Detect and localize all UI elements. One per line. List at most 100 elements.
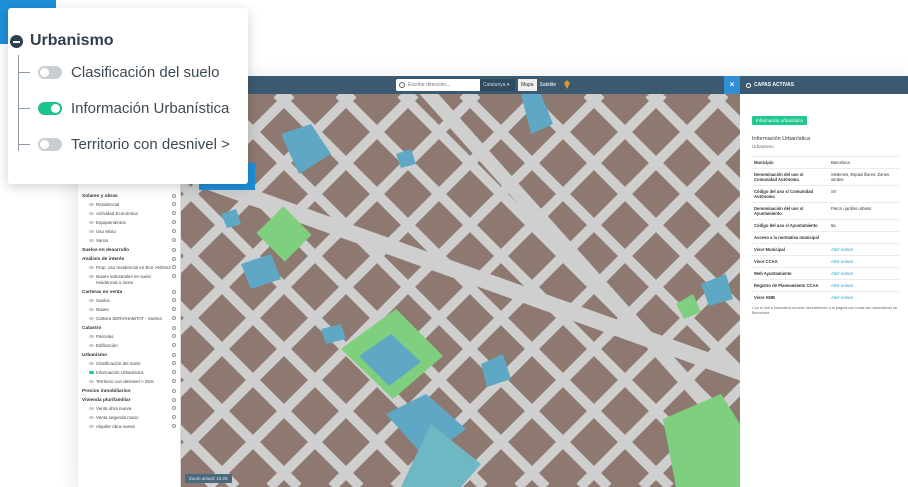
close-panel-button[interactable]: × (724, 76, 740, 94)
info-icon[interactable] (172, 389, 176, 393)
sidebar-layer-item[interactable]: Naves industriales en suelo residencial … (82, 274, 176, 286)
layer-toggle[interactable] (38, 101, 62, 115)
info-icon[interactable] (172, 248, 176, 252)
info-icon[interactable] (172, 361, 176, 365)
sidebar-layer-item[interactable]: Alquiler obra nueva (82, 424, 176, 430)
sidebar-layer-item[interactable]: Prop. uso residencial en Bcn >600m2 (82, 265, 176, 271)
info-key: Municipio (752, 156, 829, 169)
info-icon[interactable] (172, 211, 176, 215)
info-icon[interactable] (172, 343, 176, 347)
layer-toggle[interactable] (89, 221, 94, 224)
layer-toggle[interactable] (89, 371, 94, 374)
info-icon[interactable] (172, 229, 176, 233)
sidebar-layer-item[interactable]: Actividad Económica (82, 211, 176, 217)
sidebar-layer-label-wrap: Información Urbanística (89, 370, 144, 376)
open-link[interactable]: Abrir enlace (828, 255, 900, 268)
layer-toggle[interactable] (89, 203, 94, 206)
sidebar-layer-item[interactable]: Edificación (82, 343, 176, 349)
info-icon[interactable] (172, 194, 176, 198)
sidebar-layer-item[interactable]: Naves (82, 307, 176, 313)
sidebar-section-header[interactable]: Carteras en venta (82, 290, 176, 295)
sidebar-section-header[interactable]: Catastro (82, 326, 176, 331)
layer-toggle[interactable] (89, 266, 94, 269)
sidebar-layer-item[interactable]: Venta obra nueva (82, 406, 176, 412)
info-key: Visor AMB (752, 291, 829, 303)
sidebar-layer-label-wrap: Naves industriales en suelo residencial … (89, 274, 172, 286)
sidebar-layer-item[interactable]: Territorio con desnivel > 25% (82, 379, 176, 385)
layer-badge[interactable]: Información urbanística (752, 116, 807, 125)
info-icon[interactable] (172, 334, 176, 338)
sidebar-layer-label-wrap: Varios (89, 238, 108, 244)
sidebar-layer-item[interactable]: Clasificación del suelo (82, 361, 176, 367)
sidebar-layer-label-wrap: Venta segunda mano (89, 415, 139, 421)
info-icon[interactable] (172, 238, 176, 242)
layer-toggle[interactable] (89, 230, 94, 233)
sidebar-layer-label: Varios (96, 238, 109, 243)
layer-toggle[interactable] (89, 362, 94, 365)
layer-toggle[interactable] (89, 344, 94, 347)
sidebar-layer-item[interactable]: Residencial (82, 202, 176, 208)
info-icon[interactable] (172, 290, 176, 294)
layer-toggle[interactable] (38, 137, 62, 151)
layer-toggle[interactable] (89, 308, 94, 311)
layer-toggle[interactable] (89, 335, 94, 338)
info-icon[interactable] (172, 220, 176, 224)
info-icon[interactable] (172, 307, 176, 311)
info-icon[interactable] (172, 424, 176, 428)
sidebar-layer-item[interactable]: Información Urbanística (82, 370, 176, 376)
info-icon[interactable] (172, 370, 176, 374)
satellite-mode-button[interactable]: Satélite (537, 79, 560, 91)
layer-toggle[interactable] (89, 425, 94, 428)
info-icon[interactable] (172, 353, 176, 357)
info-icon[interactable] (172, 202, 176, 206)
sidebar-layer-item[interactable]: Parcelas (82, 334, 176, 340)
sidebar-section-header[interactable]: Urbanismo (82, 353, 176, 358)
layer-toggle[interactable] (38, 65, 62, 79)
sidebar-section-header[interactable]: Suelos en desarrollo (82, 248, 176, 253)
sidebar-section-header[interactable]: Análisis de interés (82, 257, 176, 262)
sidebar-section-header[interactable]: Precios inmobiliarios (82, 389, 176, 394)
open-link[interactable]: Abrir enlace (828, 267, 900, 280)
region-select[interactable]: Catalunya ▾ (480, 79, 515, 91)
open-link[interactable]: Abrir enlace (828, 291, 900, 303)
layer-toggle[interactable] (89, 299, 94, 302)
info-icon[interactable] (172, 298, 176, 302)
pegman-icon[interactable] (564, 80, 570, 89)
info-icon[interactable] (172, 265, 176, 269)
info-icon[interactable] (172, 406, 176, 410)
search-input[interactable] (408, 82, 488, 88)
open-link[interactable]: Abrir enlace (828, 279, 900, 292)
map-mode-button[interactable]: Mapa (518, 79, 537, 91)
layer-item-desnivel[interactable]: Territorio con desnivel > (18, 134, 230, 154)
sidebar-layer-item[interactable]: Varios (82, 238, 176, 244)
sidebar-layer-item[interactable]: Cartera SERVIHABITAT - Suelos (82, 316, 176, 322)
sidebar-layer-label-wrap: Parcelas (89, 334, 114, 340)
sidebar-section-header[interactable]: Solares y obras (82, 194, 176, 199)
info-icon[interactable] (172, 398, 176, 402)
info-icon[interactable] (172, 326, 176, 330)
sidebar-section-header[interactable]: Vivienda plurifamiliar (82, 398, 176, 403)
sidebar-layer-item[interactable]: Equipamientos (82, 220, 176, 226)
open-link[interactable]: Abrir enlace (828, 243, 900, 256)
layer-toggle[interactable] (89, 380, 94, 383)
map-canvas[interactable] (181, 94, 740, 487)
sidebar-layer-label-wrap: Prop. uso residencial en Bcn >600m2 (89, 265, 171, 271)
layer-toggle[interactable] (89, 407, 94, 410)
layer-item-informacion[interactable]: Información Urbanística (18, 98, 229, 118)
layer-toggle[interactable] (89, 416, 94, 419)
map-view[interactable]: Zoom actual: 15.25 (181, 94, 740, 487)
info-row: Código del uso s/ Comunidad Autónoma SV (752, 185, 900, 203)
layer-item-clasificacion[interactable]: Clasificación del suelo (18, 62, 219, 82)
layer-toggle[interactable] (89, 239, 94, 242)
sidebar-layer-item[interactable]: Uso Mixto (82, 229, 176, 235)
info-icon[interactable] (172, 257, 176, 261)
info-icon[interactable] (172, 316, 176, 320)
info-icon[interactable] (172, 379, 176, 383)
layer-toggle[interactable] (89, 212, 94, 215)
sidebar-layer-item[interactable]: Venta segunda mano (82, 415, 176, 421)
info-icon[interactable] (172, 415, 176, 419)
sidebar-layer-item[interactable]: Suelos (82, 298, 176, 304)
layer-toggle[interactable] (89, 275, 94, 278)
info-icon[interactable] (172, 274, 176, 278)
layer-toggle[interactable] (89, 317, 94, 320)
